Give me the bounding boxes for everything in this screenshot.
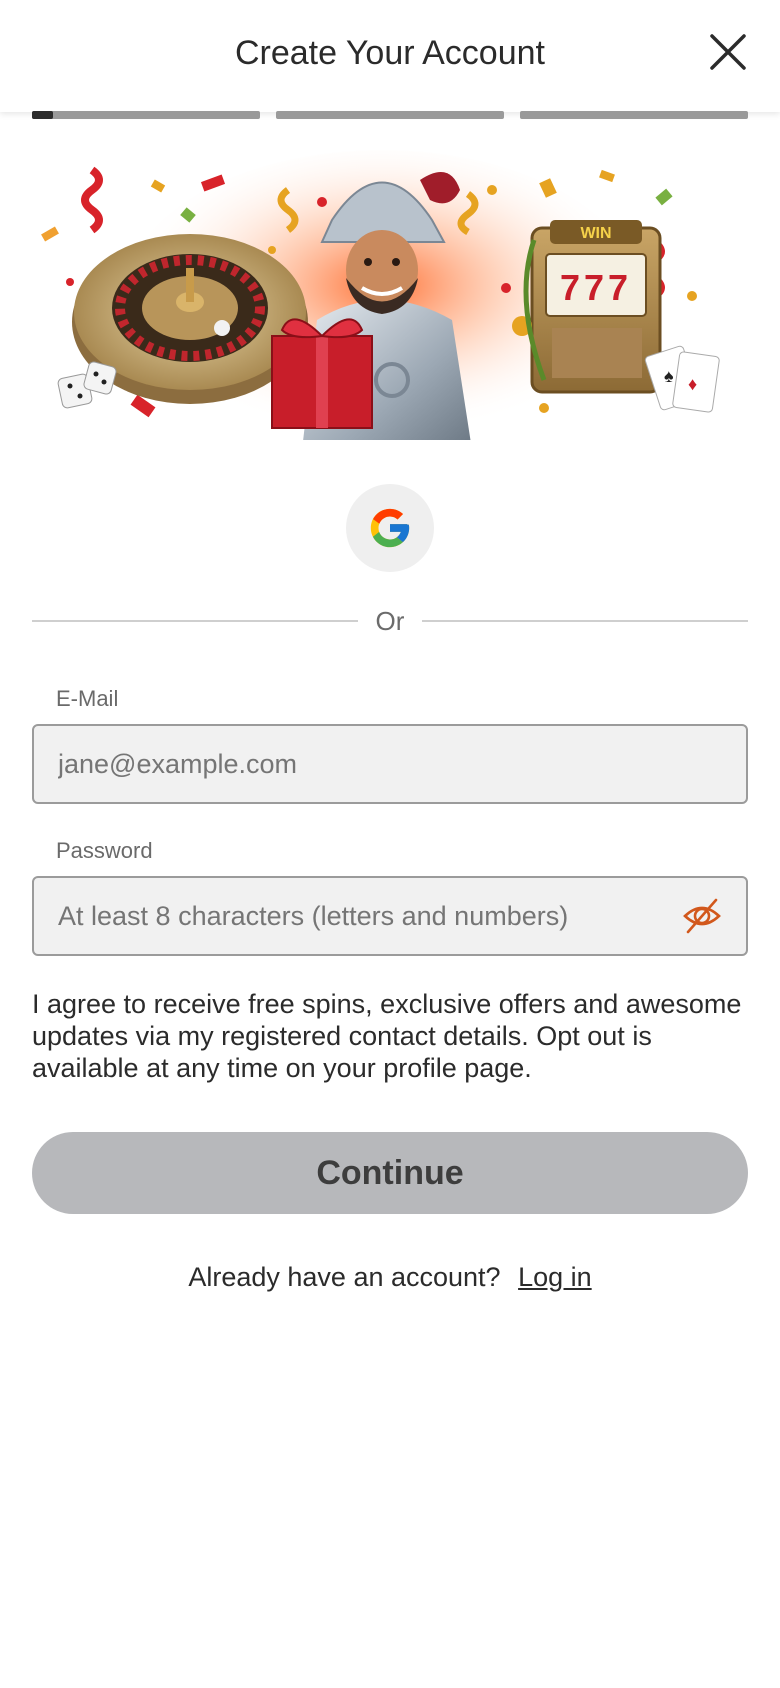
email-label: E-Mail [56, 686, 119, 711]
login-prompt-row: Already have an account? Log in [0, 1262, 780, 1293]
password-input[interactable] [58, 878, 676, 954]
svg-text:777: 777 [560, 267, 632, 308]
dice [57, 361, 117, 409]
progress-step-3 [520, 111, 748, 119]
login-link[interactable]: Log in [518, 1262, 592, 1292]
google-signin-button[interactable] [346, 484, 434, 572]
password-label: Password [56, 838, 153, 863]
login-prompt-text: Already have an account? [188, 1262, 501, 1292]
google-icon [370, 508, 410, 548]
or-divider: Or [32, 604, 748, 638]
slot-machine: WIN 777 [512, 220, 662, 394]
header-bar: Create Your Account [0, 0, 780, 112]
playing-cards: ♠ ♦ [644, 345, 720, 413]
close-button[interactable] [708, 32, 748, 72]
password-visibility-toggle[interactable] [682, 896, 722, 936]
eye-off-icon [683, 898, 721, 934]
email-field [32, 724, 748, 804]
gift-box [271, 318, 373, 429]
email-input[interactable] [58, 726, 676, 802]
step-progress [32, 111, 748, 119]
continue-button[interactable]: Continue [32, 1132, 748, 1214]
close-icon [710, 34, 746, 70]
marketing-consent-text: I agree to receive free spins, exclusive… [32, 989, 742, 1083]
progress-step-1-fill [32, 111, 53, 119]
hero-image: WIN 777 ♠ ♦ [41, 150, 720, 450]
progress-step-1 [32, 111, 260, 119]
page-title: Create Your Account [234, 34, 545, 72]
svg-text:WIN: WIN [580, 225, 611, 242]
password-field [32, 876, 748, 956]
svg-text:♦: ♦ [688, 374, 697, 394]
svg-text:♠: ♠ [664, 366, 674, 386]
hero-illustration: WIN 777 ♠ ♦ [32, 150, 748, 450]
divider-label: Or [375, 606, 405, 636]
progress-step-2 [276, 111, 504, 119]
